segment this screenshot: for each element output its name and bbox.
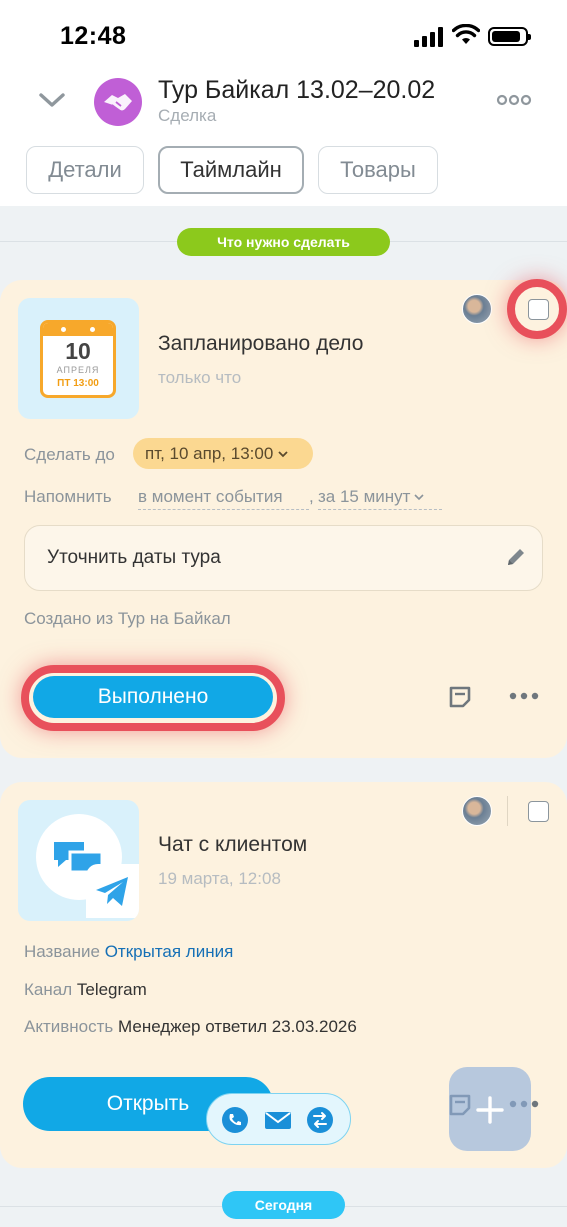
communication-bar — [206, 1093, 351, 1145]
avatar[interactable] — [462, 796, 492, 826]
done-button[interactable]: Выполнено — [33, 676, 273, 718]
chevron-down-icon[interactable] — [36, 86, 68, 114]
phone-icon[interactable] — [221, 1106, 249, 1134]
chevron-down-icon — [414, 494, 425, 501]
add-button[interactable] — [449, 1067, 531, 1151]
pencil-icon[interactable] — [504, 545, 528, 569]
calendar-month: АПРЕЛЯ — [56, 365, 100, 375]
remind-label: Напомнить — [24, 487, 112, 506]
tab-details[interactable]: Детали — [26, 146, 144, 194]
chat-tile — [18, 800, 139, 921]
status-time: 12:48 — [60, 22, 127, 50]
chat-time: 19 марта, 12:08 — [158, 869, 281, 888]
chat-channel-label: Канал — [24, 980, 73, 999]
header: 12:48 Тур Байкал 13.02–20.02 Сделка Дета… — [0, 0, 567, 206]
today-section-label: Сегодня — [222, 1191, 345, 1219]
task-checkbox[interactable] — [528, 299, 549, 320]
transfer-icon[interactable] — [306, 1106, 334, 1134]
chat-activity-value: Менеджер ответил 23.03.2026 — [118, 1017, 357, 1036]
todo-section-label: Что нужно сделать — [177, 228, 390, 256]
deadline-label: Сделать до — [24, 445, 115, 464]
chat-name-row: Название Открытая линия — [24, 942, 233, 962]
wifi-icon — [452, 24, 480, 44]
chat-activity-label: Активность — [24, 1017, 114, 1036]
task-note-text: Уточнить даты тура — [47, 547, 221, 568]
remind-separator: , — [309, 487, 314, 506]
calendar-day: 10 — [65, 338, 91, 364]
calendar-time: ПТ 13:00 — [57, 378, 99, 389]
chevron-down-icon — [278, 450, 288, 457]
remind-option-2[interactable]: за 15 минут — [318, 487, 442, 510]
telegram-icon — [96, 877, 128, 906]
created-from: Создано из Тур на Байкал — [24, 609, 231, 628]
handshake-icon — [104, 94, 132, 111]
chat-channel-row: Канал Telegram — [24, 980, 147, 1000]
deadline-pill[interactable]: пт, 10 апр, 13:00 — [133, 438, 313, 469]
chat-name-value[interactable]: Открытая линия — [105, 942, 234, 961]
calendar-tile: 10 АПРЕЛЯ ПТ 13:00 — [18, 298, 139, 419]
more-icon[interactable] — [494, 92, 534, 108]
separator — [507, 796, 508, 826]
chat-channel-value: Telegram — [76, 980, 147, 999]
avatar[interactable] — [462, 294, 492, 324]
plus-icon — [476, 1096, 504, 1124]
calendar-icon: 10 АПРЕЛЯ ПТ 13:00 — [40, 320, 116, 398]
deal-avatar — [94, 78, 142, 126]
tab-timeline[interactable]: Таймлайн — [158, 146, 304, 194]
task-time: только что — [158, 368, 242, 387]
more-actions-icon[interactable] — [508, 691, 540, 701]
deal-title: Тур Байкал 13.02–20.02 — [158, 76, 436, 104]
chat-checkbox[interactable] — [528, 801, 549, 822]
remind-option-2-label: за 15 минут — [318, 487, 411, 506]
deal-subtitle: Сделка — [158, 106, 217, 125]
note-icon[interactable] — [447, 684, 473, 710]
chat-name-label: Название — [24, 942, 100, 961]
remind-option-1[interactable]: в момент события — [138, 487, 309, 510]
deadline-value: пт, 10 апр, 13:00 — [145, 443, 274, 463]
battery-icon — [488, 27, 531, 46]
task-title: Запланировано дело — [158, 332, 364, 355]
task-note[interactable]: Уточнить даты тура — [24, 525, 543, 591]
signal-icon — [414, 27, 444, 47]
chat-activity-row: Активность Менеджер ответил 23.03.2026 — [24, 1017, 357, 1037]
chat-title: Чат с клиентом — [158, 833, 308, 856]
telegram-badge — [86, 864, 139, 918]
tab-products[interactable]: Товары — [318, 146, 438, 194]
mail-icon[interactable] — [264, 1106, 292, 1134]
